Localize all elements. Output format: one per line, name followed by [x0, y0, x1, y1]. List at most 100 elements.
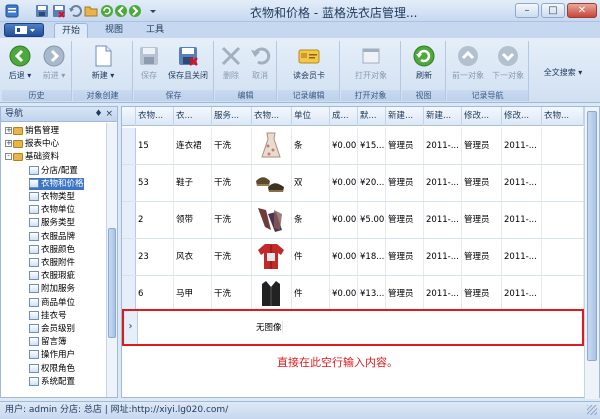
column-header[interactable]: 默...	[358, 107, 386, 126]
column-header[interactable]: 成...	[330, 107, 358, 126]
table-cell[interactable]: 干洗	[212, 202, 252, 238]
table-cell[interactable]: ¥15...	[358, 128, 386, 164]
nav-item[interactable]: 留言簿	[29, 336, 67, 348]
table-row[interactable]: 6 马甲 干洗件 ¥0.00 ¥13... 管理员 2011-... 管理员 2011-...	[122, 276, 584, 313]
nav-item[interactable]: 挂衣号	[29, 310, 67, 322]
table-cell[interactable]: 2011-...	[424, 128, 462, 164]
table-cell[interactable]: 干洗	[212, 165, 252, 201]
grid-scroll-thumb[interactable]	[587, 111, 597, 361]
table-cell[interactable]: 2011-...	[502, 128, 542, 164]
table-cell[interactable]: 2011-...	[424, 239, 462, 275]
column-header[interactable]: 新建...	[386, 107, 424, 126]
row-indicator[interactable]	[122, 239, 136, 275]
table-cell[interactable]: 管理员	[462, 128, 502, 164]
full-text-search-button[interactable]: 全文搜索 ▾	[534, 67, 592, 78]
table-cell[interactable]: 鞋子	[174, 165, 212, 201]
maximize-button[interactable]: □	[541, 3, 565, 18]
table-cell[interactable]: ¥5.00	[358, 202, 386, 238]
row-indicator[interactable]	[122, 165, 136, 201]
nav-item[interactable]: 商品单位	[29, 297, 75, 309]
table-cell[interactable]: 6	[136, 276, 174, 312]
table-cell[interactable]: 管理员	[462, 165, 502, 201]
new-item-row[interactable]: › 无图像	[122, 309, 584, 346]
minimize-button[interactable]: –	[515, 3, 539, 18]
table-cell[interactable]: 件	[292, 276, 330, 312]
table-cell[interactable]: 2011-...	[424, 165, 462, 201]
table-cell[interactable]	[252, 276, 292, 312]
application-menu-button[interactable]	[4, 23, 44, 37]
open-object-button[interactable]: 打开对象	[347, 45, 395, 81]
save-button[interactable]: 保存	[136, 45, 162, 81]
back-button[interactable]: 后退 ▾	[4, 45, 36, 81]
table-cell[interactable]	[542, 276, 584, 312]
column-header[interactable]: 修改...	[502, 107, 542, 126]
expander-icon[interactable]: +	[5, 140, 12, 148]
refresh-quick-icon[interactable]	[100, 4, 114, 18]
column-header[interactable]: 衣物...	[252, 107, 292, 126]
table-row[interactable]: 2 领带 干洗条 ¥0.00 ¥5.00 管理员 2011-... 管理员 2011-...	[122, 202, 584, 239]
undo-quick-icon[interactable]	[68, 4, 82, 18]
table-cell[interactable]: 干洗	[212, 276, 252, 312]
nav-item[interactable]: + 销售管理	[5, 125, 59, 137]
nav-item[interactable]: 衣服品牌	[29, 231, 75, 243]
grid-scrollbar[interactable]	[584, 107, 599, 399]
nav-item[interactable]: + 报表中心	[5, 138, 59, 150]
table-cell[interactable]: 15	[136, 128, 174, 164]
delete-button[interactable]: 删除	[218, 45, 244, 81]
table-cell[interactable]: 管理员	[462, 202, 502, 238]
table-cell[interactable]: 条	[292, 128, 330, 164]
table-cell[interactable]: 2011-...	[502, 202, 542, 238]
table-cell[interactable]	[252, 202, 292, 238]
table-row[interactable]: 53 鞋子 干洗双 ¥0.00 ¥20... 管理员 2011-... 管理员 2011-...	[122, 165, 584, 202]
table-cell[interactable]: ¥0.00	[330, 276, 358, 312]
table-cell[interactable]: 管理员	[462, 239, 502, 275]
table-cell[interactable]	[252, 165, 292, 201]
table-cell[interactable]	[252, 128, 292, 164]
nav-item[interactable]: 衣物类型	[29, 191, 75, 203]
table-cell[interactable]: 干洗	[212, 239, 252, 275]
forward-button[interactable]: 前进 ▾	[38, 45, 70, 81]
table-cell[interactable]: 干洗	[212, 128, 252, 164]
row-indicator[interactable]	[122, 202, 136, 238]
folder-quick-icon[interactable]	[84, 4, 98, 18]
table-cell[interactable]	[542, 202, 584, 238]
table-cell[interactable]	[542, 165, 584, 201]
cancel-button[interactable]: 取消	[247, 45, 273, 81]
table-row[interactable]: 23 风衣 干洗件 ¥0.00 ¥18... 管理员 2011-... 管理员 2011-...	[122, 239, 584, 276]
new-button[interactable]: 新建 ▾	[79, 45, 127, 81]
table-cell[interactable]	[252, 239, 292, 275]
save-close-quick-icon[interactable]	[52, 4, 66, 18]
table-cell[interactable]: 2011-...	[502, 239, 542, 275]
table-cell[interactable]: ¥13...	[358, 276, 386, 312]
table-cell[interactable]: 双	[292, 165, 330, 201]
navigation-scroll-thumb[interactable]	[108, 228, 116, 338]
tab-view[interactable]: 视图	[99, 23, 129, 38]
column-header[interactable]: 衣...	[174, 107, 212, 126]
column-header[interactable]: 单位	[292, 107, 330, 126]
nav-item[interactable]: 服务类型	[29, 217, 75, 229]
tab-start[interactable]: 开始	[54, 23, 88, 38]
nav-item[interactable]: 会员级别	[29, 323, 75, 335]
back-quick-icon[interactable]	[114, 4, 128, 18]
nav-item[interactable]: 附加服务	[29, 283, 75, 295]
nav-item[interactable]: 衣服颜色	[29, 244, 75, 256]
table-cell[interactable]: 管理员	[386, 202, 424, 238]
close-button[interactable]: ✕	[567, 3, 597, 18]
table-cell[interactable]: 件	[292, 239, 330, 275]
save-and-close-button[interactable]: 保存且关闭	[164, 45, 212, 81]
table-cell[interactable]: 马甲	[174, 276, 212, 312]
row-indicator[interactable]	[122, 128, 136, 164]
table-cell[interactable]: 2011-...	[502, 276, 542, 312]
refresh-button[interactable]: 刷新	[408, 45, 440, 81]
pin-close-icons[interactable]: ♦ ×	[95, 107, 113, 121]
table-cell[interactable]: ¥20...	[358, 165, 386, 201]
table-cell[interactable]	[542, 128, 584, 164]
table-cell[interactable]: 2011-...	[424, 202, 462, 238]
table-cell[interactable]	[542, 239, 584, 275]
table-cell[interactable]: 53	[136, 165, 174, 201]
customize-quick-access-icon[interactable]	[146, 4, 160, 18]
table-cell[interactable]: 2011-...	[424, 276, 462, 312]
table-cell[interactable]: 管理员	[386, 239, 424, 275]
nav-item[interactable]: 衣物单位	[29, 204, 75, 216]
nav-item[interactable]: 衣物和价格	[29, 177, 84, 190]
